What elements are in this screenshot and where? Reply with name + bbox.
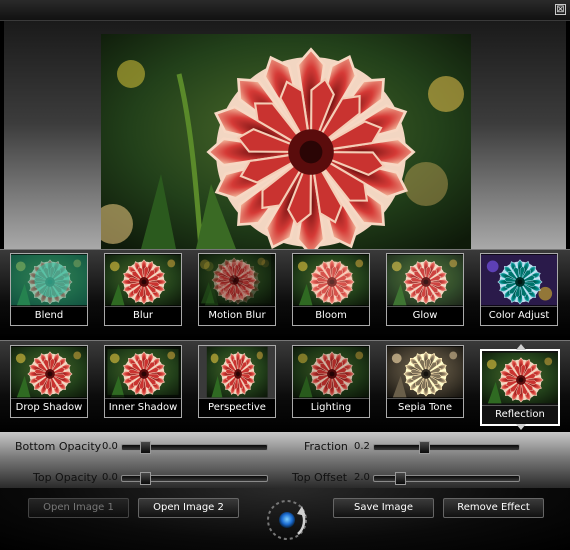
lighting-thumbnail: [293, 346, 369, 398]
preview-image: [101, 34, 471, 249]
effect-label: Blur: [105, 306, 181, 325]
effect-label: Bloom: [293, 306, 369, 325]
bottom-opacity-value: 0.0: [102, 441, 118, 452]
effect-thumb-motion-blur[interactable]: Motion Blur: [198, 253, 276, 326]
loading-spinner-icon: [267, 500, 307, 540]
top-offset-slider[interactable]: [373, 472, 520, 485]
effect-thumb-color-adjust[interactable]: Color Adjust: [480, 253, 558, 326]
top-opacity-slider[interactable]: [121, 472, 268, 485]
fraction-label: Fraction: [304, 440, 348, 453]
effect-label: Reflection: [482, 405, 558, 424]
preview-stage: [4, 21, 566, 249]
bottom-toolbar: Open Image 1 Open Image 2 Save Image Rem…: [0, 488, 570, 550]
effect-thumb-perspective[interactable]: Perspective: [198, 345, 276, 418]
slider-thumb[interactable]: [395, 472, 406, 485]
effects-strip-1: Blend Blur Motion Blur Bloom Glow Color …: [0, 249, 570, 338]
effect-label: Sepia Tone: [387, 398, 463, 417]
effect-thumb-inner-shadow[interactable]: Inner Shadow: [104, 345, 182, 418]
effect-thumb-bloom[interactable]: Bloom: [292, 253, 370, 326]
blend-thumbnail: [11, 254, 87, 306]
inner-shadow-thumbnail: [105, 346, 181, 398]
reflection-thumbnail: [482, 351, 558, 405]
window-title-bar: ⊠: [0, 0, 570, 21]
color-adjust-thumbnail: [481, 254, 557, 306]
effect-label: Motion Blur: [199, 306, 275, 325]
bottom-opacity-slider[interactable]: [121, 441, 268, 454]
effect-thumb-drop-shadow[interactable]: Drop Shadow: [10, 345, 88, 418]
effect-settings-panel: Bottom Opacity 0.0 Top Opacity 0.0 Fract…: [0, 432, 570, 488]
fraction-slider[interactable]: [373, 441, 520, 454]
effect-label: Color Adjust: [481, 306, 557, 325]
top-offset-label: Top Offset: [292, 471, 348, 484]
open-image-1-button[interactable]: Open Image 1: [28, 498, 129, 518]
blur-thumbnail: [105, 254, 181, 306]
effect-thumb-reflection[interactable]: Reflection: [480, 349, 560, 426]
effect-label: Glow: [387, 306, 463, 325]
effect-thumb-lighting[interactable]: Lighting: [292, 345, 370, 418]
drop-shadow-thumbnail: [11, 346, 87, 398]
sepia-tone-thumbnail: [387, 346, 463, 398]
motion-blur-thumbnail: [199, 254, 275, 306]
scroll-down-arrow-icon[interactable]: [516, 424, 526, 430]
effect-label: Inner Shadow: [105, 398, 181, 417]
effect-thumb-glow[interactable]: Glow: [386, 253, 464, 326]
glow-thumbnail: [387, 254, 463, 306]
effect-label: Perspective: [199, 398, 275, 417]
effects-strip-2: Drop Shadow Inner Shadow Perspective Lig…: [0, 340, 570, 433]
effect-thumb-blur[interactable]: Blur: [104, 253, 182, 326]
effect-label: Drop Shadow: [11, 398, 87, 417]
save-image-button[interactable]: Save Image: [333, 498, 434, 518]
slider-thumb[interactable]: [419, 441, 430, 454]
slider-thumb[interactable]: [140, 472, 151, 485]
effect-label: Blend: [11, 306, 87, 325]
effect-label: Lighting: [293, 398, 369, 417]
top-opacity-label: Top Opacity: [33, 471, 98, 484]
close-icon[interactable]: ⊠: [555, 4, 566, 15]
bloom-thumbnail: [293, 254, 369, 306]
bottom-opacity-label: Bottom Opacity: [15, 440, 102, 453]
fraction-value: 0.2: [354, 441, 370, 452]
effect-thumb-sepia-tone[interactable]: Sepia Tone: [386, 345, 464, 418]
top-offset-value: 2.0: [354, 472, 370, 483]
effect-thumb-blend[interactable]: Blend: [10, 253, 88, 326]
open-image-2-button[interactable]: Open Image 2: [138, 498, 239, 518]
remove-effect-button[interactable]: Remove Effect: [443, 498, 544, 518]
top-opacity-value: 0.0: [102, 472, 118, 483]
slider-thumb[interactable]: [140, 441, 151, 454]
perspective-thumbnail: [199, 346, 275, 398]
scroll-up-arrow-icon[interactable]: [516, 344, 526, 350]
